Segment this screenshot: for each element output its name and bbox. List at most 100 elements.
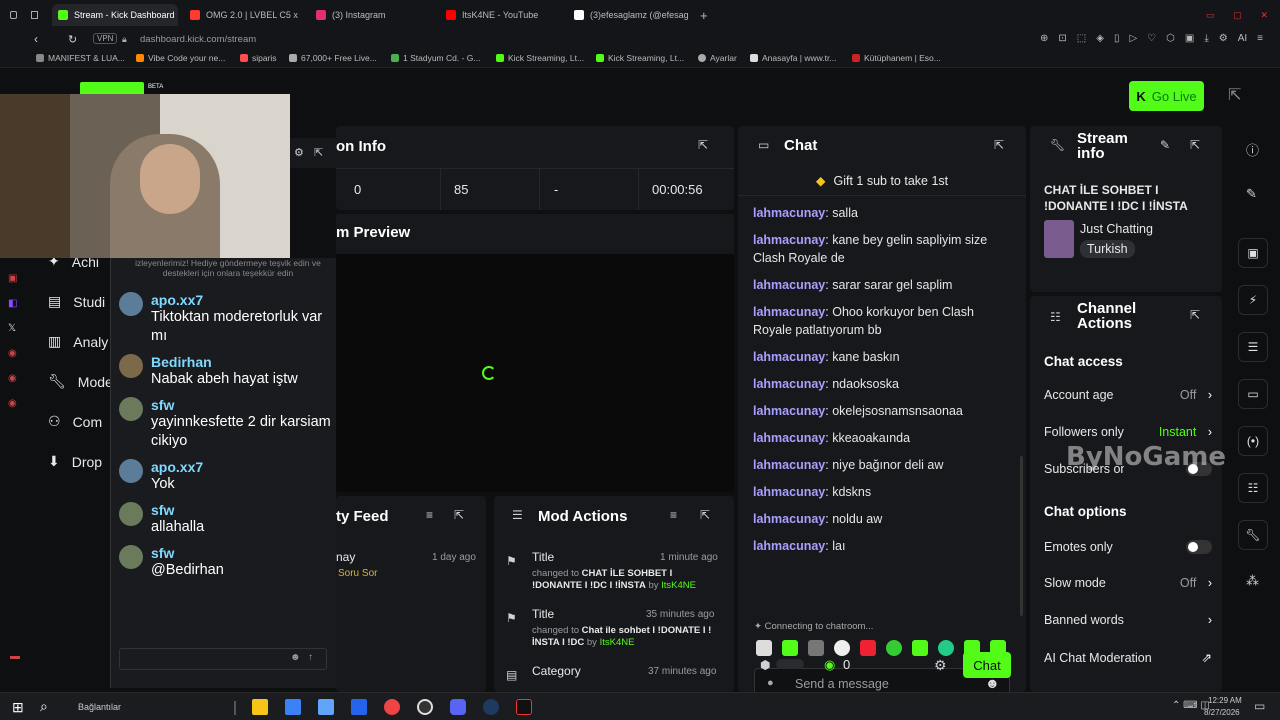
window-buttons[interactable]: ▭ ▢ ✕ (1200, 4, 1274, 26)
back-icon[interactable]: ‹ (34, 32, 38, 46)
play-icon[interactable]: ▷ (1129, 33, 1137, 44)
close-icon[interactable]: ✕ (1260, 10, 1268, 21)
bookmark-item[interactable]: Kütüphanem | Eso... (852, 53, 941, 63)
mod-action-user[interactable]: ItsK4NE (600, 637, 635, 648)
search-icon[interactable]: ⌕ (40, 698, 48, 715)
new-tab-button[interactable]: + (694, 4, 710, 26)
popout-icon[interactable]: ⇱ (1190, 138, 1200, 152)
settings-icon[interactable]: ⚙ (294, 146, 304, 159)
popout-icon[interactable]: ⇱ (1190, 308, 1200, 322)
bookmark-item[interactable]: Kick Streaming, Lt... (496, 53, 584, 63)
vpn-badge[interactable]: VPN (93, 33, 118, 44)
chat-username[interactable]: lahmacunay (753, 377, 825, 391)
profile-icon[interactable]: ⇱ (1228, 85, 1241, 105)
filter-icon[interactable]: ≡ (426, 508, 433, 522)
gear-icon[interactable]: ⚙ (934, 657, 947, 674)
overlay-chat-input[interactable]: ☻ ↑ (119, 648, 327, 670)
popout-icon[interactable]: ⇱ (314, 146, 323, 159)
url-field[interactable]: dashboard.kick.com/stream (140, 34, 256, 45)
popout-icon[interactable]: ⇱ (700, 508, 710, 522)
app-icon[interactable] (351, 699, 367, 715)
emote-icon[interactable] (808, 640, 824, 656)
emote-icon[interactable] (938, 640, 954, 656)
screenshot-icon[interactable]: ⊡ (1058, 33, 1066, 44)
emoji-icon[interactable]: ☻ (290, 652, 301, 663)
edit-icon[interactable]: ✎ (1160, 138, 1170, 152)
capture-icon[interactable]: ⬚ (1077, 33, 1086, 44)
nav-item-studio[interactable]: ▤ Studi (48, 293, 105, 310)
filter-icon[interactable]: ≡ (670, 508, 677, 522)
emote-icon[interactable] (782, 640, 798, 656)
discord-icon[interactable] (450, 699, 466, 715)
chat-settings-icon[interactable]: ● (767, 677, 774, 689)
slow-mode-setting[interactable]: Slow mode Off › (1044, 576, 1212, 590)
tiktok-icon[interactable] (516, 699, 532, 715)
shield-icon[interactable]: ◈ (1096, 33, 1104, 44)
account-age-setting[interactable]: Account age Off › (1044, 388, 1212, 402)
tab-youtube-omg[interactable]: OMG 2.0 | LVBEL C5 x (184, 4, 300, 26)
sidebtn-chat[interactable]: ▭ (1238, 379, 1268, 409)
download-icon[interactable]: ⤓ (1204, 33, 1208, 44)
reload-icon[interactable]: ↻ (68, 33, 77, 46)
sidebtn-bolt[interactable]: ⚡︎ (1238, 285, 1268, 315)
circle-icon[interactable]: ◉ (8, 373, 17, 384)
bookmark-item[interactable]: Ayarlar (698, 53, 737, 63)
bookmark-item[interactable]: 67,000+ Free Live... (289, 53, 377, 63)
emotes-only-setting[interactable]: Emotes only (1044, 540, 1212, 554)
restore-icon[interactable]: ▢ (1233, 10, 1242, 21)
app-icon[interactable] (285, 699, 301, 715)
twitch-icon[interactable]: ◧ (8, 298, 17, 309)
popout-icon[interactable]: ⇱ (454, 508, 464, 522)
notifications-icon[interactable]: ▭ (1254, 699, 1265, 713)
points-icon[interactable]: ⬢ (760, 658, 770, 672)
minimize-icon[interactable]: ▭ (1206, 10, 1215, 21)
emote-icon[interactable] (834, 640, 850, 656)
emote-icon[interactable] (860, 640, 876, 656)
category-thumbnail[interactable] (1044, 220, 1074, 258)
chat-username[interactable]: lahmacunay (753, 206, 825, 220)
ai-icon[interactable]: AI (1238, 33, 1247, 44)
chat-username[interactable]: lahmacunay (753, 431, 825, 445)
emote-icon[interactable] (886, 640, 902, 656)
window-controls[interactable] (4, 4, 44, 26)
emotes-only-toggle[interactable] (1186, 540, 1212, 554)
sidebtn-list[interactable]: ☰ (1238, 332, 1268, 362)
bookmark-item[interactable]: siparis (240, 53, 277, 63)
bookmark-icon[interactable]: ▯ (1114, 33, 1120, 44)
chat-username[interactable]: lahmacunay (753, 404, 825, 418)
chat-username[interactable]: lahmacunay (753, 458, 825, 472)
x-icon[interactable]: 𝕏 (8, 323, 17, 334)
windows-start-icon[interactable]: ⊞ (12, 699, 24, 716)
info-icon[interactable]: ⓘ (1246, 140, 1259, 159)
tab-tiktok[interactable]: (3)efesaglamz (@efesagla (568, 4, 688, 26)
bookmark-item[interactable]: Anasayfa | www.tr... (750, 53, 837, 63)
opera-icon[interactable] (384, 699, 400, 715)
sidebtn-broadcast[interactable]: (•) (1238, 426, 1268, 456)
chat-username[interactable]: lahmacunay (753, 305, 825, 319)
tab-instagram[interactable]: (3) Instagram (310, 4, 430, 26)
settings-icon[interactable]: ⚙ (1219, 33, 1228, 44)
app-icon[interactable] (318, 699, 334, 715)
go-live-button[interactable]: K Go Live (1129, 81, 1204, 111)
nav-item-community[interactable]: ⚇ Com (48, 413, 102, 430)
chat-username[interactable]: lahmacunay (753, 278, 825, 292)
chat-scrollbar[interactable] (1020, 456, 1023, 616)
zoom-icon[interactable]: ⊕ (1040, 33, 1048, 44)
emote-icon[interactable] (756, 640, 772, 656)
popout-icon[interactable]: ⇱ (698, 138, 708, 152)
obs-icon[interactable] (417, 699, 433, 715)
sidebtn-wrench[interactable]: 🔧︎ (1238, 520, 1268, 550)
circle-icon[interactable]: ◉ (8, 398, 17, 409)
nav-item-moderation[interactable]: 🔧︎ Mode (48, 373, 113, 390)
chat-username[interactable]: lahmacunay (753, 233, 825, 247)
send-chat-button[interactable]: Chat (963, 652, 1011, 678)
popout-icon[interactable]: ⇱ (994, 138, 1004, 152)
file-explorer-icon[interactable] (252, 699, 268, 715)
chat-username[interactable]: lahmacunay (753, 539, 825, 553)
bookmark-item[interactable]: Vibe Code your ne... (136, 53, 225, 63)
bookmark-item[interactable]: MANIFEST & LUA... (36, 53, 125, 63)
followers-only-setting[interactable]: Followers only Instant › (1044, 425, 1212, 439)
taskbar-search-label[interactable]: Bağlantılar (78, 702, 121, 712)
clock-date[interactable]: 8/27/2026 (1204, 708, 1240, 717)
nav-item-drops[interactable]: ⬇ Drop (48, 453, 102, 470)
